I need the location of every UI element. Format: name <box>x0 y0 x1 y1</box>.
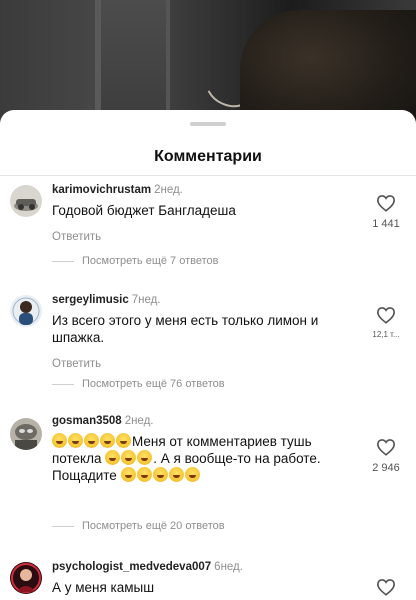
replies-line <box>52 260 74 262</box>
avatar-image-icon <box>10 562 42 594</box>
reply-button[interactable]: Ответить <box>52 231 352 243</box>
laughing-emoji-icon <box>116 433 131 448</box>
laughing-emoji-icon <box>137 450 153 465</box>
comment-username[interactable]: psychologist_medvedeva007 <box>52 561 211 573</box>
comment-text-part: потекла <box>52 451 102 466</box>
like-button[interactable] <box>356 578 416 596</box>
like-button[interactable]: 12,1 т... <box>356 306 416 339</box>
laughing-emoji-icon <box>121 450 137 465</box>
like-button[interactable]: 2 946 <box>356 438 416 474</box>
heart-outline-icon <box>376 307 396 324</box>
laughing-emoji-icon <box>120 467 136 482</box>
replies-line <box>52 383 74 385</box>
comment-text-part: Меня от комментариев тушь <box>132 434 312 449</box>
heart-outline-icon <box>376 579 396 596</box>
reply-button[interactable]: Ответить <box>52 358 352 370</box>
heart-outline-icon <box>376 439 396 456</box>
comment-username[interactable]: sergeylimusic <box>52 294 129 306</box>
comment-time: 2нед. <box>154 184 183 196</box>
title-divider <box>0 175 416 176</box>
like-count: 2 946 <box>372 462 400 474</box>
avatar[interactable] <box>10 418 42 450</box>
comment-text: Годовой бюджет Бангладеша <box>52 203 236 218</box>
comment-text-part: Пощадите <box>52 468 117 483</box>
sheet-drag-handle[interactable] <box>190 122 226 126</box>
heart-outline-icon <box>376 195 396 212</box>
laughing-emoji-icon <box>184 467 200 482</box>
comment-text-part: . А я вообще-то на работе. <box>153 451 321 466</box>
view-more-replies[interactable]: Посмотреть ещё 7 ответов <box>52 255 218 267</box>
like-count: 1 441 <box>372 218 400 230</box>
view-more-replies-label: Посмотреть ещё 20 ответов <box>82 520 225 532</box>
comment-time: 7нед. <box>131 294 161 306</box>
view-more-replies-label: Посмотреть ещё 7 ответов <box>82 255 219 267</box>
comment-username[interactable]: gosman3508 <box>52 415 122 427</box>
comment-text: Из всего этого у меня есть только лимон … <box>52 313 319 345</box>
laughing-emoji-icon <box>168 467 184 482</box>
view-more-replies-label: Посмотреть ещё 76 ответов <box>82 378 225 390</box>
like-button[interactable]: 1 441 <box>356 194 416 230</box>
avatar-image-icon <box>10 185 42 217</box>
comments-sheet: Комментарии karimovichrustam 2нед. Годово… <box>0 110 416 600</box>
avatar-image-icon <box>10 418 42 450</box>
comment-username[interactable]: karimovichrustam <box>52 184 151 196</box>
comment-time: 6нед. <box>214 561 243 573</box>
laughing-emoji-icon <box>100 433 115 448</box>
laughing-emoji-icon <box>136 467 152 482</box>
comment-time: 2нед. <box>124 415 154 427</box>
laughing-emoji-icon <box>52 433 67 448</box>
replies-line <box>52 525 74 527</box>
sheet-title: Комментарии <box>154 148 262 165</box>
laughing-emoji-icon <box>152 467 168 482</box>
avatar[interactable] <box>10 295 42 327</box>
view-more-replies[interactable]: Посмотреть ещё 76 ответов <box>52 378 225 390</box>
avatar[interactable] <box>10 185 42 217</box>
laughing-emoji-icon <box>105 450 121 465</box>
laughing-emoji-icon <box>84 433 99 448</box>
laughing-emoji-icon <box>68 433 83 448</box>
avatar-image-icon <box>10 295 42 327</box>
avatar[interactable] <box>10 562 42 594</box>
like-count: 12,1 т... <box>372 330 400 339</box>
comment-text: Меня от комментариев тушь потекла . А я … <box>52 433 362 484</box>
comment-text: А у меня камыш <box>52 580 155 595</box>
view-more-replies[interactable]: Посмотреть ещё 20 ответов <box>52 520 225 532</box>
